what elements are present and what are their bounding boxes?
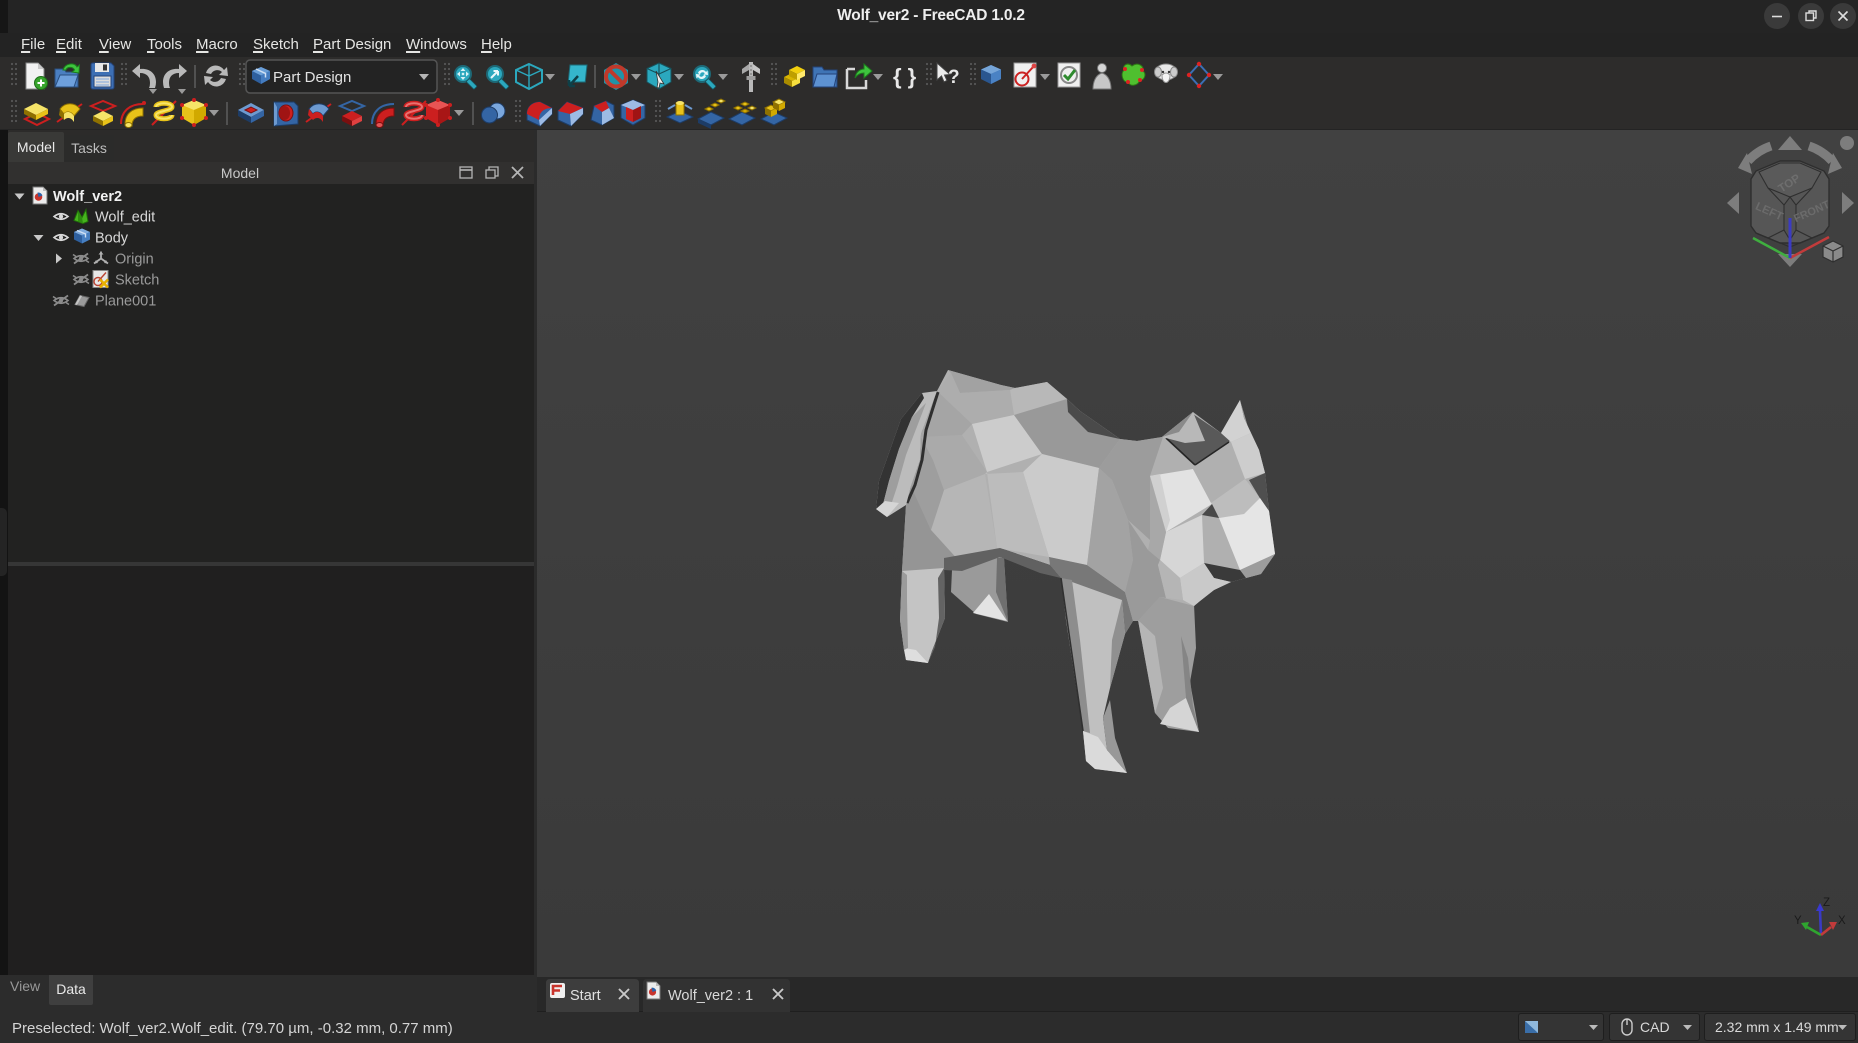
- svg-text:CAD: CAD: [1640, 1019, 1670, 1035]
- svg-text:Body: Body: [95, 231, 129, 247]
- svg-text:Z: Z: [1823, 897, 1830, 909]
- svg-text:X: X: [1838, 915, 1846, 927]
- svg-text:Wolf_ver2 : 1: Wolf_ver2 : 1: [668, 988, 753, 1004]
- svg-text:Wolf_edit: Wolf_edit: [95, 210, 155, 226]
- svg-text:Plane001: Plane001: [95, 294, 156, 310]
- svg-text:Start: Start: [570, 988, 601, 1004]
- svg-text:Part Design: Part Design: [273, 69, 351, 86]
- svg-text:?: ?: [948, 67, 960, 88]
- svg-text:Sketch: Sketch: [115, 273, 159, 289]
- svg-text:Y: Y: [1794, 915, 1802, 927]
- svg-text:Wolf_ver2: Wolf_ver2: [53, 189, 122, 205]
- svg-text:Origin: Origin: [115, 252, 154, 268]
- svg-text:2.32 mm x 1.49 mm: 2.32 mm x 1.49 mm: [1715, 1019, 1839, 1035]
- svg-text:{ }: { }: [893, 64, 917, 89]
